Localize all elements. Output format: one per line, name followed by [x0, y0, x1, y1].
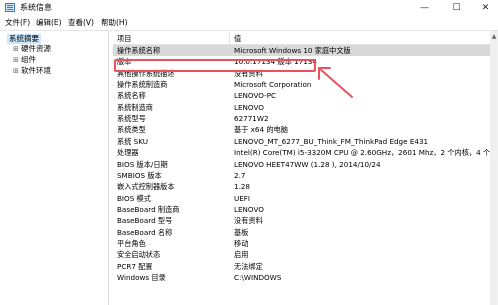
row-item-label: 嵌入式控制器版本 — [117, 182, 175, 192]
row-item-value: 无法绑定 — [234, 261, 263, 271]
table-row[interactable]: 系统制造商 LENOVO — [113, 102, 490, 113]
expand-icon[interactable]: ⊞ — [13, 66, 19, 76]
tree-item-hardware-resources[interactable]: 硬件资源 — [21, 44, 51, 54]
expand-icon[interactable]: ⊞ — [13, 44, 19, 54]
row-item-label: BIOS 版本/日期 — [117, 159, 168, 169]
system-info-icon — [5, 3, 15, 12]
row-item-label: 处理器 — [117, 148, 139, 158]
row-item-value: 1.28 — [234, 182, 251, 192]
expand-icon[interactable]: ⊞ — [13, 55, 19, 65]
category-tree: 系统摘要 ⊞ 硬件资源 ⊞ 组件 ⊞ 软件环境 — [4, 31, 109, 305]
table-row[interactable]: 处理器 Intel(R) Core(TM) i5-3320M CPU @ 2.60… — [113, 147, 490, 158]
table-row[interactable]: SMBIOS 版本 2.7 — [113, 170, 490, 181]
row-item-value: LENOVO-PC — [234, 91, 277, 101]
row-item-value: 启用 — [234, 250, 249, 260]
table-row[interactable]: 操作系统名称 Microsoft Windows 10 家庭中文版 — [113, 45, 490, 57]
close-button[interactable]: ✕ — [473, 0, 498, 16]
row-item-label: BIOS 模式 — [117, 193, 151, 203]
row-item-value: LENOVO_MT_6277_BU_Think_FM_ThinkPad Edge… — [234, 136, 429, 146]
table-row[interactable]: 系统类型 基于 x64 的电脑 — [113, 124, 490, 135]
row-item-value: 移动 — [234, 238, 249, 248]
column-divider[interactable] — [229, 33, 230, 45]
row-item-label: 系统类型 — [117, 125, 146, 135]
table-row[interactable]: BIOS 版本/日期 LENOVO HEET47WW (1.28 ), 2014/… — [113, 159, 490, 170]
row-item-label: BaseBoard 制造商 — [117, 204, 180, 214]
row-item-label: 平台角色 — [117, 238, 146, 248]
row-item-value: Intel(R) Core(TM) i5-3320M CPU @ 2.60GHz… — [234, 148, 490, 158]
table-row[interactable]: BaseBoard 名称 基板 — [113, 227, 490, 238]
menu-view[interactable]: 查看(V) — [68, 18, 94, 28]
tree-item-system-summary[interactable]: 系统摘要 — [7, 34, 41, 44]
menu-bar: 文件(F) 编辑(E) 查看(V) 帮助(H) — [0, 16, 498, 31]
table-row[interactable]: 安全启动状态 启用 — [113, 249, 490, 260]
row-item-value: 2.7 — [234, 170, 246, 180]
row-item-label: 系统 SKU — [117, 136, 149, 146]
maximize-button[interactable]: ☐ — [444, 0, 469, 16]
table-row[interactable]: 嵌入式控制器版本 1.28 — [113, 181, 490, 192]
column-header-value[interactable]: 值 — [234, 33, 241, 44]
highlight-annotation-box — [114, 59, 316, 72]
row-item-value: UEFI — [234, 193, 251, 203]
row-item-value: 基于 x64 的电脑 — [234, 125, 288, 135]
minimize-button[interactable]: — — [412, 0, 437, 16]
tree-item-software-environment[interactable]: 软件环境 — [21, 66, 51, 76]
window-title: 系统信息 — [20, 3, 52, 12]
column-header-item[interactable]: 项目 — [117, 33, 131, 44]
row-item-label: SMBIOS 版本 — [117, 170, 162, 180]
table-row[interactable]: 系统型号 62771W2 — [113, 113, 490, 124]
annotation-arrow-icon — [318, 67, 353, 98]
table-header: 项目 值 — [113, 33, 490, 46]
row-item-label: Windows 目录 — [117, 273, 166, 282]
table-row[interactable]: PCR7 配置 无法绑定 — [113, 261, 490, 272]
vertical-scrollbar[interactable]: ▲ — [490, 31, 498, 305]
scroll-up-icon[interactable]: ▲ — [490, 33, 498, 40]
title-bar: 系统信息 — ☐ ✕ — [0, 0, 498, 16]
row-item-value: LENOVO — [234, 102, 264, 112]
row-item-value: 没有资料 — [234, 216, 263, 226]
row-item-value: C:\WINDOWS — [234, 273, 282, 282]
row-item-label: BaseBoard 名称 — [117, 227, 173, 237]
row-item-value: 基板 — [234, 227, 249, 237]
row-item-label: 系统名称 — [117, 91, 146, 101]
row-item-value: Microsoft Windows 10 家庭中文版 — [234, 46, 351, 55]
row-item-label: 操作系统名称 — [117, 46, 161, 55]
table-row[interactable]: 平台角色 移动 — [113, 238, 490, 249]
table-row[interactable]: BIOS 模式 UEFI — [113, 193, 490, 204]
table-row[interactable]: BaseBoard 制造商 LENOVO — [113, 204, 490, 215]
row-item-value: 62771W2 — [234, 114, 269, 124]
row-item-label: PCR7 配置 — [117, 261, 153, 271]
row-item-label: 系统型号 — [117, 114, 146, 124]
tree-item-components[interactable]: 组件 — [21, 55, 36, 65]
menu-file[interactable]: 文件(F) — [5, 18, 30, 28]
row-item-value: LENOVO HEET47WW (1.28 ), 2014/10/24 — [234, 159, 381, 169]
menu-edit[interactable]: 编辑(E) — [36, 18, 62, 28]
row-item-label: BaseBoard 型号 — [117, 216, 173, 226]
table-row[interactable]: Windows 目录 C:\WINDOWS — [113, 272, 490, 283]
row-item-label: 操作系统制造商 — [117, 80, 168, 90]
row-item-label: 系统制造商 — [117, 102, 153, 112]
row-item-value: LENOVO — [234, 204, 264, 214]
row-item-label: 安全启动状态 — [117, 250, 161, 260]
table-row[interactable]: BaseBoard 型号 没有资料 — [113, 215, 490, 226]
table-row[interactable]: 系统 SKU LENOVO_MT_6277_BU_Think_FM_ThinkPa… — [113, 136, 490, 147]
menu-help[interactable]: 帮助(H) — [101, 18, 128, 28]
